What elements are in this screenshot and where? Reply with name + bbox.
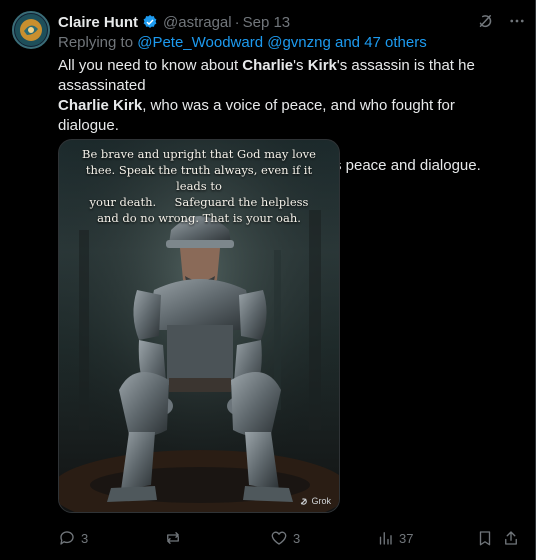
post-header: Claire Hunt @astragal · Sep 13	[58, 12, 290, 32]
repost-button[interactable]	[164, 529, 270, 547]
bookmark-icon	[479, 531, 491, 546]
post-top-icons	[476, 12, 526, 35]
emblem-avatar-icon	[15, 14, 47, 46]
quote-line: thee. Speak the truth always, even if it…	[85, 163, 313, 193]
reply-mentions-link[interactable]: @Pete_Woodward @gvnzng and 47 others	[137, 34, 427, 51]
text-bold: Kirk	[307, 57, 337, 74]
post-actions: 3 3 37	[58, 528, 526, 548]
quote-line: your death. Safeguard the helpless	[89, 195, 309, 209]
replying-to: Replying to @Pete_Woodward @gvnzng and 4…	[58, 34, 427, 51]
text-segment: All you need to know about	[58, 57, 243, 74]
view-count: 37	[399, 530, 414, 546]
bookmark-button[interactable]	[476, 529, 502, 547]
share-icon	[505, 531, 517, 545]
replying-prefix: Replying to	[58, 34, 138, 51]
post-image[interactable]: Be brave and upright that God may love t…	[58, 139, 340, 513]
image-quote-text: Be brave and upright that God may love t…	[73, 146, 325, 226]
grok-icon[interactable]	[476, 12, 494, 35]
like-count: 3	[293, 530, 301, 546]
post-paragraph-1: All you need to know about Charlie's Kir…	[58, 56, 518, 136]
reply-count: 3	[81, 530, 89, 546]
text-bold: Charlie Kirk	[58, 97, 143, 114]
separator: ·	[234, 13, 240, 31]
avatar[interactable]	[12, 11, 50, 49]
author-handle[interactable]: @astragal	[163, 14, 232, 31]
grok-logo-icon	[301, 497, 308, 505]
reply-button[interactable]: 3	[58, 529, 164, 547]
more-options-icon[interactable]	[508, 12, 526, 35]
text-bold: Charlie	[242, 57, 294, 74]
watermark-text: Grok	[311, 496, 331, 506]
post-date[interactable]: Sep 13	[243, 14, 291, 31]
repost-icon	[167, 532, 179, 544]
like-button[interactable]: 3	[270, 529, 376, 547]
heart-icon	[271, 531, 287, 545]
verified-badge-icon	[142, 14, 158, 30]
quote-line: Be brave and upright that God may love	[82, 147, 316, 161]
quote-line: and do no wrong. That is your oah.	[97, 211, 301, 225]
text-segment: 's	[293, 57, 308, 74]
views-chart-icon	[379, 532, 392, 545]
views-button[interactable]: 37	[376, 529, 476, 547]
reply-icon	[60, 531, 74, 545]
author-name[interactable]: Claire Hunt	[58, 14, 138, 31]
share-button[interactable]	[502, 529, 522, 547]
grok-watermark: Grok	[299, 496, 331, 506]
